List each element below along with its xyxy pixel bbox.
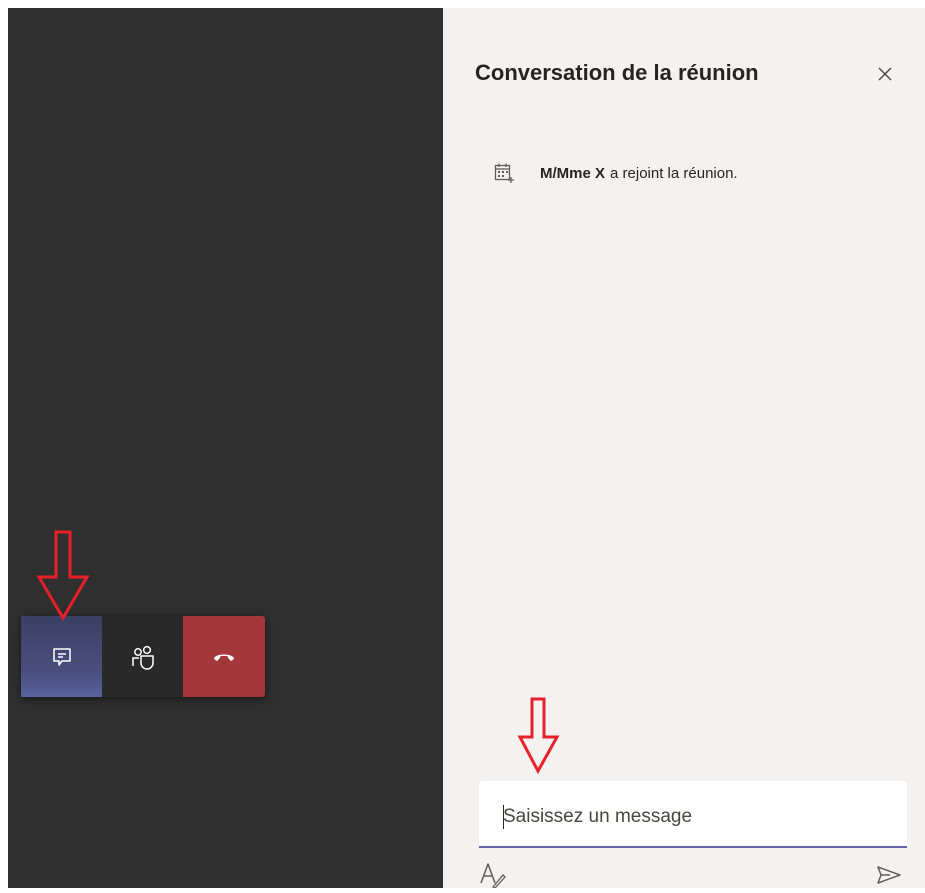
- format-button[interactable]: [479, 861, 507, 889]
- hang-up-icon: [214, 654, 234, 661]
- format-text-icon: [480, 863, 506, 889]
- hang-up-button[interactable]: [183, 616, 265, 697]
- message-actor: M/Mme X: [540, 164, 606, 182]
- participants-button[interactable]: [102, 616, 183, 697]
- send-icon: [877, 866, 901, 884]
- chat-icon: [52, 647, 71, 666]
- chat-button[interactable]: [21, 616, 102, 697]
- message-compose-box[interactable]: [479, 781, 907, 848]
- close-button[interactable]: [874, 63, 896, 85]
- calendar-icon: [494, 163, 514, 183]
- close-icon: [878, 67, 892, 81]
- message-input[interactable]: [503, 803, 883, 831]
- participants-icon: [131, 645, 154, 670]
- text-caret: [503, 805, 504, 829]
- send-button[interactable]: [876, 865, 902, 885]
- chat-panel: [443, 8, 925, 888]
- message-text: a rejoint la réunion.: [610, 164, 738, 182]
- annotation-arrow-down: [36, 530, 90, 621]
- meeting-toolbar: [21, 616, 265, 697]
- panel-title: Conversation de la réunion: [475, 60, 759, 85]
- video-stage: [8, 8, 443, 888]
- annotation-arrow-down: [517, 697, 560, 775]
- system-message: M/Mme X a rejoint la réunion.: [493, 160, 738, 186]
